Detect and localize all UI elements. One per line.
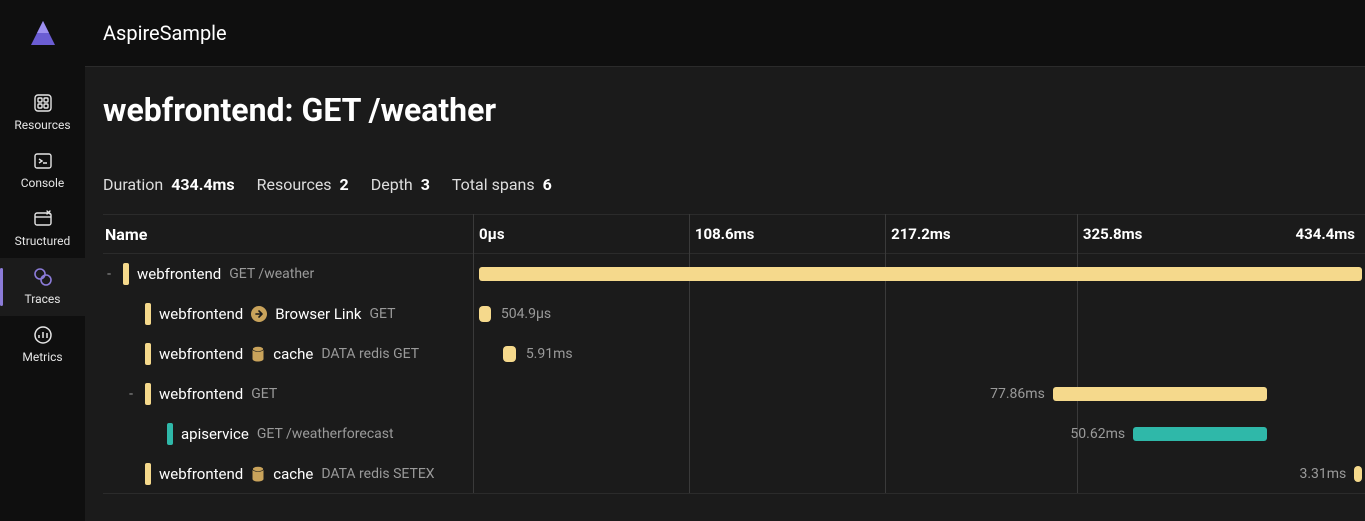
span-color-bar (145, 303, 151, 325)
db-target: cache (273, 465, 313, 483)
nav-item-resources[interactable]: Resources (0, 84, 85, 142)
span-duration-label: 50.62ms (1070, 426, 1133, 442)
sidebar: Resources Console Structured Traces Metr… (0, 0, 85, 521)
trace-row[interactable]: webfrontend Browser Link GET 504.9µs (103, 294, 1365, 334)
stat-resources: Resources 2 (257, 175, 349, 194)
span-operation: GET /weatherforecast (257, 426, 394, 442)
column-header-timeline: 0µs 108.6ms 217.2ms 325.8ms 434.4ms (473, 215, 1365, 253)
database-icon (251, 466, 265, 482)
content: webfrontend: GET /weather Duration 434.4… (85, 66, 1365, 521)
database-icon (251, 346, 265, 362)
traces-icon (32, 266, 54, 288)
timeline-cell: 5.91ms (473, 334, 1365, 374)
span-bar[interactable] (1053, 387, 1267, 401)
span-name-cell: webfrontend Browser Link GET (103, 303, 473, 325)
table-header: Name 0µs 108.6ms 217.2ms 325.8ms 434.4ms (103, 214, 1365, 254)
span-resource-name: webfrontend (159, 345, 243, 363)
trace-row[interactable]: webfrontend cache DATA redis SETEX 3.31ms (103, 454, 1365, 494)
span-name-cell: - webfrontend GET /weather (103, 263, 473, 285)
stat-depth: Depth 3 (371, 175, 430, 194)
arrow-right-icon (251, 306, 267, 322)
span-operation: DATA redis GET (321, 346, 419, 362)
trace-row[interactable]: apiservice GET /weatherforecast 50.62ms (103, 414, 1365, 454)
resources-icon (32, 92, 54, 114)
trace-row[interactable]: webfrontend cache DATA redis GET 5.91ms (103, 334, 1365, 374)
table-body: - webfrontend GET /weather webfrontend Brows… (103, 254, 1365, 494)
nav-label: Structured (15, 234, 71, 248)
nav-label: Console (21, 176, 65, 190)
span-resource-name: webfrontend (159, 465, 243, 483)
outgoing-target: Browser Link (275, 305, 361, 323)
span-bar[interactable] (503, 346, 515, 362)
time-tick-label: 217.2ms (885, 225, 950, 243)
span-duration-label: 77.86ms (990, 386, 1053, 402)
time-tick-label: 434.4ms (1296, 225, 1355, 243)
nav-label: Resources (14, 118, 70, 132)
timeline-cell (473, 254, 1365, 294)
span-color-bar (123, 263, 129, 285)
span-name-cell: webfrontend cache DATA redis GET (103, 343, 473, 365)
nav-item-traces[interactable]: Traces (0, 258, 85, 316)
nav-item-console[interactable]: Console (0, 142, 85, 200)
span-color-bar (145, 383, 151, 405)
span-resource-name: webfrontend (159, 385, 243, 403)
trace-row[interactable]: - webfrontend GET 77.86ms (103, 374, 1365, 414)
span-color-bar (145, 463, 151, 485)
topbar: AspireSample (85, 0, 1365, 66)
collapse-toggle[interactable]: - (103, 266, 115, 282)
nav-item-metrics[interactable]: Metrics (0, 316, 85, 374)
db-target: cache (273, 345, 313, 363)
span-resource-name: apiservice (181, 425, 249, 443)
main: AspireSample webfrontend: GET /weather D… (85, 0, 1365, 521)
span-bar[interactable] (1133, 427, 1267, 441)
trace-row[interactable]: - webfrontend GET /weather (103, 254, 1365, 294)
metrics-icon (32, 324, 54, 346)
nav-item-structured[interactable]: Structured (0, 200, 85, 258)
span-color-bar (145, 343, 151, 365)
span-bar[interactable] (479, 267, 1362, 281)
span-color-bar (167, 423, 173, 445)
column-header-name[interactable]: Name (103, 225, 473, 244)
span-duration-label: 504.9µs (491, 306, 551, 322)
span-operation: GET /weather (229, 266, 314, 282)
span-operation: DATA redis SETEX (321, 466, 434, 482)
collapse-toggle[interactable]: - (125, 386, 137, 402)
time-tick-label: 325.8ms (1077, 225, 1142, 243)
stat-total-spans: Total spans 6 (452, 175, 552, 194)
nav-label: Metrics (22, 350, 62, 364)
span-operation: GET (251, 386, 277, 402)
trace-stats: Duration 434.4ms Resources 2 Depth 3 Tot… (103, 175, 1365, 194)
span-duration-label: 5.91ms (516, 346, 573, 362)
console-icon (32, 150, 54, 172)
trace-table: Name 0µs 108.6ms 217.2ms 325.8ms 434.4ms - we… (103, 214, 1365, 521)
span-resource-name: webfrontend (159, 305, 243, 323)
span-bar[interactable] (479, 306, 491, 322)
timeline-cell: 504.9µs (473, 294, 1365, 334)
app-logo[interactable] (27, 18, 59, 50)
span-resource-name: webfrontend (137, 265, 221, 283)
stat-duration: Duration 434.4ms (103, 175, 235, 194)
app-title: AspireSample (103, 21, 227, 45)
span-name-cell: - webfrontend GET (103, 383, 473, 405)
span-name-cell: webfrontend cache DATA redis SETEX (103, 463, 473, 485)
structured-icon (32, 208, 54, 230)
page-title: webfrontend: GET /weather (103, 91, 1365, 129)
timeline-cell: 77.86ms (473, 374, 1365, 414)
time-tick-label: 108.6ms (689, 225, 754, 243)
span-duration-label: 3.31ms (1299, 466, 1354, 482)
nav-label: Traces (25, 292, 61, 306)
span-bar[interactable] (1354, 466, 1362, 482)
span-name-cell: apiservice GET /weatherforecast (103, 423, 473, 445)
time-tick-label: 0µs (473, 225, 505, 243)
timeline-cell: 50.62ms (473, 414, 1365, 454)
timeline-cell: 3.31ms (473, 454, 1365, 494)
span-operation: GET (369, 306, 395, 322)
